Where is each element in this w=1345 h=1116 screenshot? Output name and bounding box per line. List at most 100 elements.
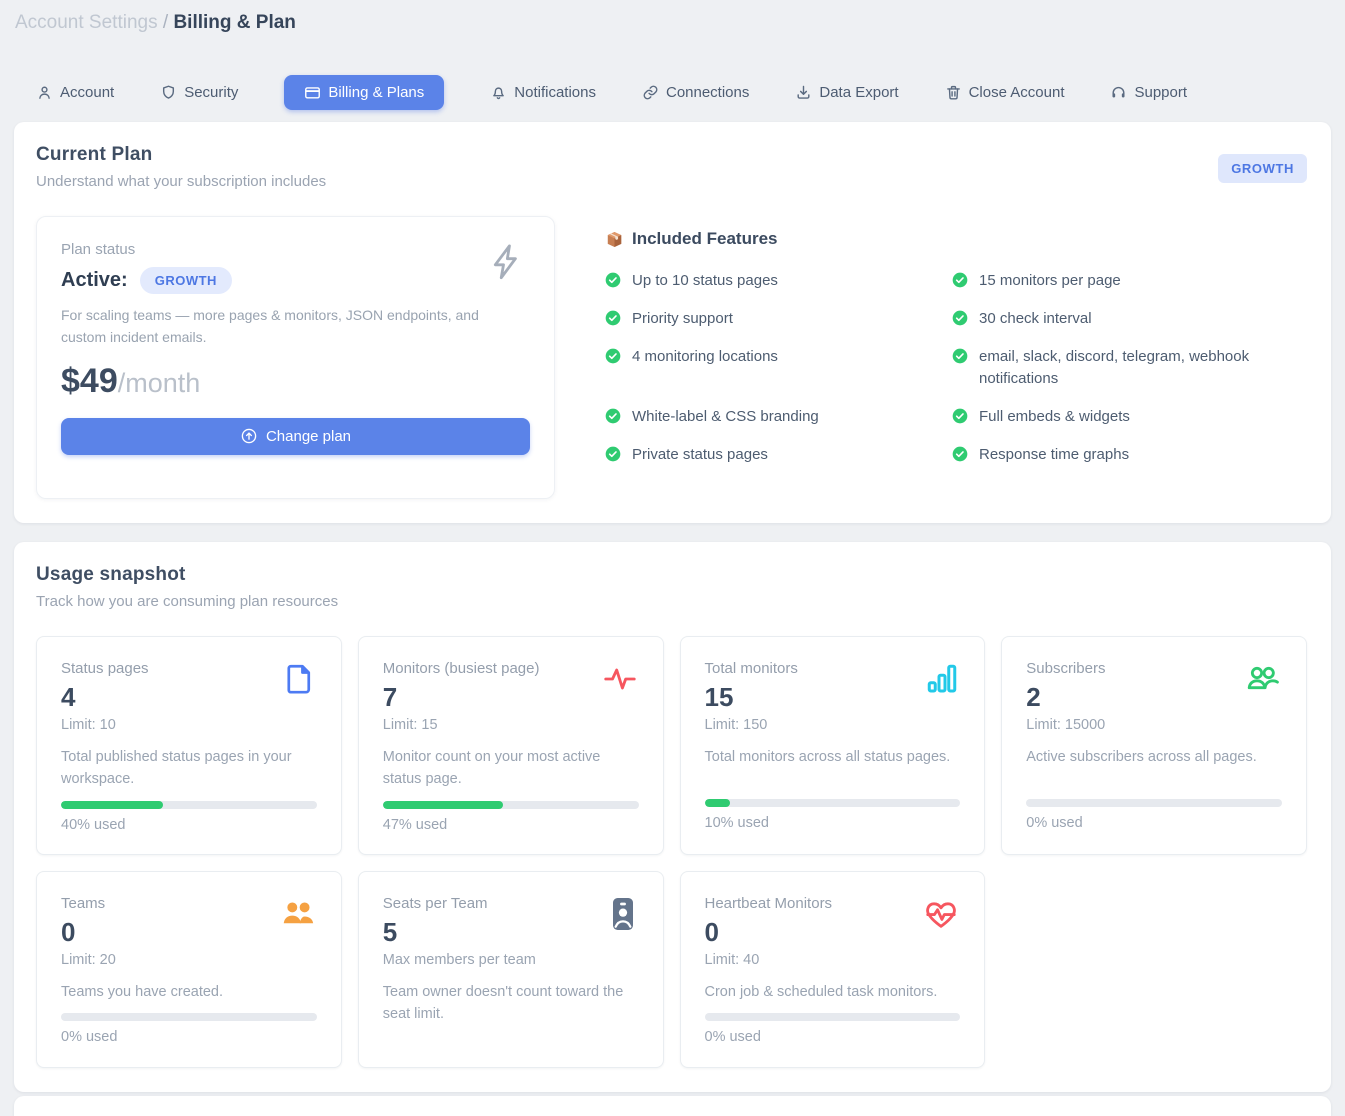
tab-billing-plans[interactable]: Billing & Plans [284, 75, 444, 110]
feature-text: 4 monitoring locations [632, 346, 778, 368]
usage-card-description: Total published status pages in your wor… [61, 746, 317, 791]
plan-price-period: /month [118, 368, 201, 399]
feature-item: White-label & CSS branding [605, 406, 952, 428]
plan-price: $49 [61, 362, 118, 401]
check-circle-icon [952, 348, 968, 364]
included-features: Included Features Up to 10 status pages … [605, 216, 1307, 499]
settings-tabbar: Account Security Billing & Plans Notific… [14, 74, 1331, 111]
breadcrumb-section[interactable]: Account Settings [15, 12, 158, 33]
usage-percent: 0% used [61, 1029, 317, 1045]
feature-item: email, slack, discord, telegram, webhook… [952, 346, 1307, 390]
tab-label: Notifications [514, 84, 596, 101]
features-title: Included Features [632, 229, 777, 249]
tab-account[interactable]: Account [36, 84, 114, 101]
bar-chart-icon [924, 661, 960, 702]
usage-card-heartbeat-monitors: Heartbeat Monitors 0 Limit: 40 Cron job … [680, 871, 986, 1068]
feature-item: Up to 10 status pages [605, 270, 952, 292]
download-icon [795, 84, 812, 101]
usage-progress: 0% used [1026, 789, 1282, 831]
usage-progress: 10% used [705, 789, 961, 831]
breadcrumb-separator: / [163, 12, 168, 33]
usage-percent: 10% used [705, 815, 961, 831]
feature-text: 15 monitors per page [979, 270, 1121, 292]
tab-label: Close Account [969, 84, 1065, 101]
feature-text: Response time graphs [979, 444, 1129, 466]
file-icon [281, 661, 317, 702]
arrow-up-circle-icon [240, 427, 258, 445]
tab-connections[interactable]: Connections [642, 84, 749, 101]
usage-percent: 0% used [705, 1029, 961, 1045]
usage-card-title: Status pages [61, 660, 317, 677]
tab-data-export[interactable]: Data Export [795, 84, 898, 101]
usage-progress: 40% used [61, 791, 317, 833]
plan-description: For scaling teams — more pages & monitor… [61, 304, 481, 349]
tab-support[interactable]: Support [1110, 84, 1187, 101]
usage-title: Usage snapshot [36, 564, 1307, 586]
usage-card-value: 4 [61, 682, 317, 713]
usage-card-seats-per-team: Seats per Team 5 Max members per team Te… [358, 871, 664, 1068]
usage-card-title: Total monitors [705, 660, 961, 677]
change-plan-label: Change plan [266, 428, 351, 445]
users-filled-icon [279, 896, 317, 937]
usage-percent: 40% used [61, 817, 317, 833]
current-plan-header: Current Plan Understand what your subscr… [36, 144, 1307, 190]
plan-state: Active: [61, 269, 128, 292]
tab-label: Support [1134, 84, 1187, 101]
heart-pulse-icon [922, 896, 960, 937]
tab-security[interactable]: Security [160, 84, 238, 101]
usage-card-description: Cron job & scheduled task monitors. [705, 981, 961, 1003]
usage-subtitle: Track how you are consuming plan resourc… [36, 593, 1307, 610]
usage-card-value: 15 [705, 682, 961, 713]
usage-card-limit: Limit: 10 [61, 717, 317, 733]
check-circle-icon [952, 408, 968, 424]
feature-text: Priority support [632, 308, 733, 330]
progress-fill [61, 801, 163, 809]
shield-icon [160, 84, 177, 101]
features-grid: Up to 10 status pages Priority support 4… [605, 270, 1307, 466]
feature-item: Full embeds & widgets [952, 406, 1307, 428]
next-section-card-edge [14, 1096, 1331, 1116]
change-plan-button[interactable]: Change plan [61, 418, 530, 455]
usage-card-monitors-busiest: Monitors (busiest page) 7 Limit: 15 Moni… [358, 636, 664, 855]
bell-icon [490, 84, 507, 101]
usage-card-subscribers: Subscribers 2 Limit: 15000 Active subscr… [1001, 636, 1307, 855]
tab-close-account[interactable]: Close Account [945, 84, 1065, 101]
check-circle-icon [605, 272, 621, 288]
package-icon [605, 230, 624, 249]
trash-icon [945, 84, 962, 101]
users-outline-icon [1244, 661, 1282, 702]
usage-card-limit: Limit: 150 [705, 717, 961, 733]
feature-item: 4 monitoring locations [605, 346, 952, 390]
feature-text: email, slack, discord, telegram, webhook… [979, 346, 1287, 390]
usage-card-limit: Max members per team [383, 952, 639, 968]
check-circle-icon [605, 310, 621, 326]
usage-progress: 0% used [705, 1003, 961, 1045]
feature-item: Private status pages [605, 444, 952, 466]
plan-tier-pill: GROWTH [140, 267, 232, 294]
tab-label: Data Export [819, 84, 898, 101]
price-row: $49 /month [61, 362, 530, 401]
usage-card-description: Active subscribers across all pages. [1026, 746, 1282, 768]
progress-track [705, 799, 961, 807]
activity-icon [601, 661, 639, 702]
tab-label: Account [60, 84, 114, 101]
billing-page: Account Settings / Billing & Plan Accoun… [0, 0, 1345, 1092]
usage-percent: 47% used [383, 817, 639, 833]
tab-notifications[interactable]: Notifications [490, 84, 596, 101]
usage-card-limit: Limit: 15 [383, 717, 639, 733]
feature-item: Response time graphs [952, 444, 1307, 466]
progress-track [61, 801, 317, 809]
breadcrumb: Account Settings / Billing & Plan [14, 12, 1331, 34]
page-title: Billing & Plan [173, 12, 295, 33]
check-circle-icon [952, 446, 968, 462]
lightning-icon [486, 241, 528, 288]
usage-card-value: 5 [383, 917, 639, 948]
feature-text: 30 check interval [979, 308, 1092, 330]
usage-card-teams: Teams 0 Limit: 20 Teams you have created… [36, 871, 342, 1068]
link-icon [642, 84, 659, 101]
usage-card-description: Monitor count on your most active status… [383, 746, 639, 791]
feature-item: Priority support [605, 308, 952, 330]
check-circle-icon [952, 310, 968, 326]
check-circle-icon [605, 348, 621, 364]
plan-active-row: Active: GROWTH [61, 267, 530, 294]
